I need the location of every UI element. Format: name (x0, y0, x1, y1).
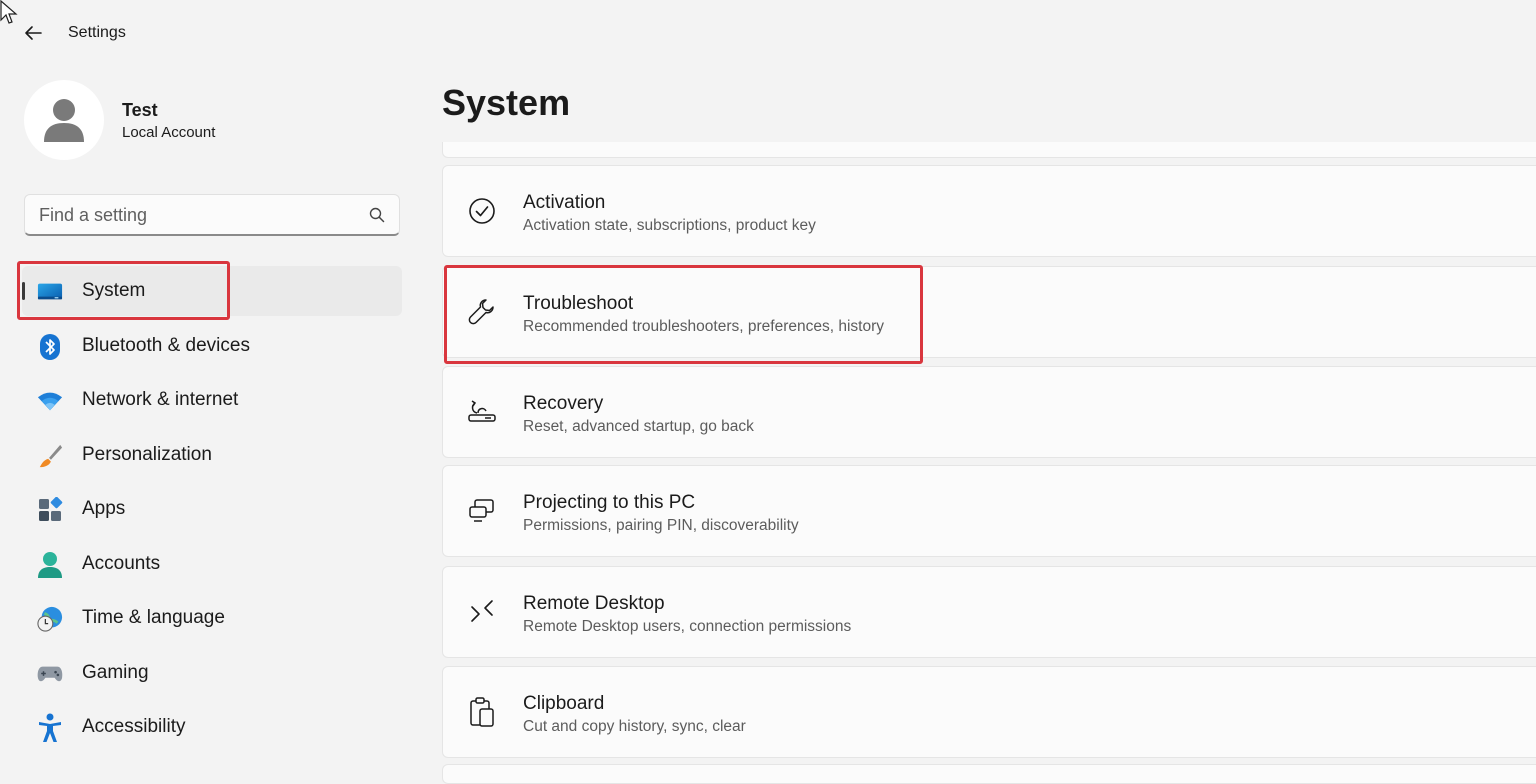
user-avatar-icon (44, 99, 84, 142)
check-circle-icon (467, 196, 497, 226)
sidebar-item-time-language[interactable]: Time & language (22, 593, 402, 643)
sidebar-item-label: Accessibility (82, 716, 186, 737)
back-arrow-icon (25, 26, 42, 40)
back-button[interactable] (20, 20, 46, 46)
app-title: Settings (68, 24, 126, 41)
wifi-icon (37, 388, 63, 414)
apps-icon (37, 497, 63, 523)
page-title: System (442, 82, 571, 123)
settings-card-partial-bottom (442, 764, 1536, 784)
highlight-box-troubleshoot (444, 265, 923, 364)
card-subtitle: Activation state, subscriptions, product… (523, 217, 816, 234)
card-subtitle: Permissions, pairing PIN, discoverabilit… (523, 517, 799, 534)
sidebar-item-label: Accounts (82, 552, 161, 574)
card-title: Projecting to this PC (523, 492, 696, 513)
card-subtitle: Remote Desktop users, connection permiss… (523, 618, 852, 635)
sidebar-item-accessibility[interactable]: Accessibility (22, 702, 402, 752)
title-bar: Settings (0, 0, 1536, 66)
recovery-icon (467, 397, 497, 427)
sidebar-item-apps[interactable]: Apps (22, 484, 402, 534)
sidebar-item-bluetooth-devices[interactable]: Bluetooth & devices (22, 321, 402, 371)
sidebar-item-accounts[interactable]: Accounts (22, 539, 402, 589)
sidebar-item-label: Personalization (82, 443, 212, 465)
globe-clock-icon (37, 606, 63, 632)
search-box[interactable] (24, 194, 400, 236)
avatar[interactable] (24, 80, 104, 160)
sidebar-item-label: Network & internet (82, 389, 239, 410)
sidebar-nav: System Bluetooth & devices Network & int… (22, 266, 402, 757)
card-title: Remote Desktop (523, 593, 665, 614)
settings-card-clipboard[interactable]: Clipboard Cut and copy history, sync, cl… (442, 666, 1536, 758)
search-icon[interactable] (369, 207, 385, 223)
sidebar-item-label: Gaming (82, 661, 149, 683)
accessibility-icon (37, 713, 63, 742)
sidebar-item-gaming[interactable]: Gaming (22, 648, 402, 698)
card-title: Recovery (523, 393, 604, 414)
settings-card-activation[interactable]: Activation Activation state, subscriptio… (442, 165, 1536, 257)
bluetooth-icon (37, 333, 63, 360)
highlight-box-system (17, 261, 230, 320)
card-title: Clipboard (523, 693, 605, 714)
settings-card-recovery[interactable]: Recovery Reset, advanced startup, go bac… (442, 366, 1536, 458)
settings-card-partial (442, 142, 1536, 158)
remote-desktop-icon (467, 597, 497, 627)
paintbrush-icon (37, 443, 63, 469)
projecting-icon (467, 496, 497, 526)
clipboard-icon (467, 697, 497, 727)
account-type: Local Account (122, 124, 216, 141)
card-title: Activation (523, 192, 606, 213)
sidebar-item-network-internet[interactable]: Network & internet (22, 375, 402, 425)
sidebar-item-label: Time & language (82, 607, 225, 628)
settings-card-projecting[interactable]: Projecting to this PC Permissions, pairi… (442, 465, 1536, 557)
card-subtitle: Reset, advanced startup, go back (523, 418, 754, 435)
user-name: Test (122, 100, 158, 120)
card-subtitle: Cut and copy history, sync, clear (523, 718, 746, 735)
gamepad-icon (37, 661, 63, 687)
sidebar-item-personalization[interactable]: Personalization (22, 430, 402, 480)
sidebar-item-label: Apps (82, 498, 126, 519)
settings-card-remote-desktop[interactable]: Remote Desktop Remote Desktop users, con… (442, 566, 1536, 658)
search-input[interactable] (37, 203, 361, 227)
sidebar-item-label: Bluetooth & devices (82, 334, 250, 356)
accounts-icon (37, 551, 63, 578)
